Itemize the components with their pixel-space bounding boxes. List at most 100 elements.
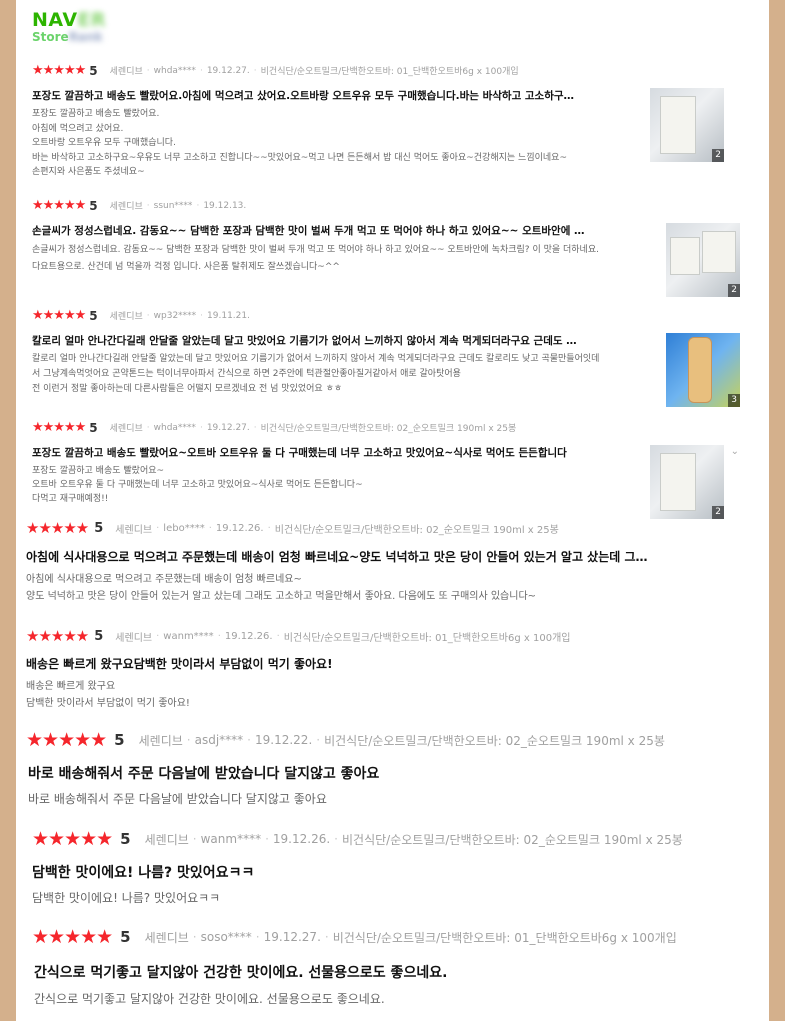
review-meta: ★★★★★ 5 세렌디브 · soso**** · 19.12.27. · 비건식단/… bbox=[32, 926, 677, 948]
review-title[interactable]: 간식으로 먹기좋고 달지않아 건강한 맛이에요. 선물용으로도 좋으네요. bbox=[34, 962, 754, 982]
photo-count-badge: 2 bbox=[728, 284, 740, 297]
reviewer-type: 세렌디브 bbox=[109, 424, 143, 434]
chevron-down-icon[interactable]: ⌄ bbox=[731, 446, 739, 457]
review-body: 포장도 깔끔하고 배송도 빨랐어요~ 오트바 오트우유 둘 다 구매했는데 너무… bbox=[32, 464, 642, 506]
review-meta: ★★★★★ 5 세렌디브 · wp32**** · 19.11.21. bbox=[32, 308, 250, 323]
star-rating: ★★★★★ bbox=[26, 519, 89, 537]
review-title[interactable]: 포장도 깔끔하고 배송도 빨랐어요.아침에 먹으려고 샀어요.오트바랑 오트우유… bbox=[32, 88, 640, 103]
naver-store-logo: NAVER StoreRank bbox=[32, 10, 106, 44]
reviewer-id: wp32**** bbox=[153, 310, 197, 321]
review-date: 19.12.26. bbox=[272, 832, 331, 846]
rating-score: 5 bbox=[94, 628, 104, 644]
star-rating: ★★★★★ bbox=[32, 828, 113, 850]
review-line: 간식으로 먹기좋고 달지않아 건강한 맛이에요. 선물용으로도 좋으네요. bbox=[34, 992, 385, 1006]
reviewer-id: wanm**** bbox=[200, 832, 262, 846]
review-date: 19.12.27. bbox=[206, 422, 250, 433]
review-line: 포장도 깔끔하고 배송도 빨랐어요~ bbox=[32, 466, 165, 476]
logo-text-blurred: ER bbox=[77, 9, 107, 31]
rating-score: 5 bbox=[114, 731, 125, 749]
review-body: 배송은 빠르게 왔구요 담백한 맛이라서 부담없이 먹기 좋아요! bbox=[26, 678, 746, 712]
review-date: 19.12.27. bbox=[206, 65, 250, 76]
review-title[interactable]: 배송은 빠르게 왔구요담백한 맛이라서 부담없이 먹기 좋아요! bbox=[26, 655, 746, 672]
star-rating: ★★★★★ bbox=[32, 420, 86, 435]
review-meta: ★★★★★ 5 세렌디브 · wanm**** · 19.12.26. · 비건식단/… bbox=[32, 828, 683, 850]
purchase-option: 비건식단/순오트밀크/단백한오트바: 02_순오트밀크 190ml x 25봉 bbox=[324, 733, 665, 748]
review-title[interactable]: 칼로리 얼마 안나간다길래 안달줄 알았는데 달고 맛있어요 기름기가 없어서 … bbox=[32, 333, 660, 348]
review-date: 19.12.13. bbox=[203, 200, 247, 211]
photo-count-badge: 3 bbox=[728, 394, 740, 407]
review-photo-thumbnail[interactable]: 2 bbox=[650, 88, 724, 162]
review-meta: ★★★★★ 5 세렌디브 · wanm**** · 19.12.26. · 비건식단/… bbox=[26, 627, 571, 645]
review-line: 배송은 빠르게 왔구요 bbox=[26, 681, 116, 692]
review-title[interactable]: 담백한 맛이에요! 나름? 맛있어요ㅋㅋ bbox=[32, 862, 752, 882]
star-rating: ★★★★★ bbox=[32, 198, 86, 213]
review-line: 담백한 맛이라서 부담없이 먹기 좋아요! bbox=[26, 698, 190, 709]
review-body: 손글씨가 정성스럽네요. 감동요~~ 담백한 포장과 담백한 맛이 벌써 두개 … bbox=[32, 242, 662, 276]
review-body: 담백한 맛이에요! 나름? 맛있어요ㅋㅋ bbox=[32, 889, 752, 907]
reviewer-type: 세렌디브 bbox=[115, 524, 153, 536]
review-title[interactable]: 포장도 깔끔하고 배송도 빨랐어요~오트바 오트우유 둘 다 구매했는데 너무 … bbox=[32, 445, 642, 460]
oat-bar-image bbox=[688, 337, 712, 403]
reviewer-type: 세렌디브 bbox=[138, 733, 183, 748]
review-body: 바로 배송해줘서 주문 다음날에 받았습니다 달지않고 좋아요 bbox=[28, 790, 748, 808]
review-line: 손글씨가 정성스럽네요. 감동요~~ 담백한 포장과 담백한 맛이 벌써 두개 … bbox=[32, 245, 599, 255]
review-line: 아침에 먹으려고 샀어요. bbox=[32, 123, 124, 134]
review-line: 양도 넉넉하고 맛은 당이 안들어 있는거 알고 샀는데 그래도 고소하고 먹을… bbox=[26, 591, 537, 602]
review-meta: ★★★★★ 5 세렌디브 · lebo**** · 19.12.26. · 비건식단/… bbox=[26, 519, 559, 537]
review-meta: ★★★★★ 5 세렌디브 · whda**** · 19.12.27. · 비건식단/… bbox=[32, 420, 517, 435]
review-line: 아침에 식사대용으로 먹으려고 주문했는데 배송이 엄청 빠르네요~ bbox=[26, 574, 302, 585]
rating-score: 5 bbox=[94, 520, 104, 536]
purchase-option: 비건식단/순오트밀크/단백한오트바: 01_단백한오트바6g x 100개입 bbox=[283, 632, 571, 644]
reviewer-id: lebo**** bbox=[163, 522, 205, 534]
review-meta: ★★★★★ 5 세렌디브 · whda**** · 19.12.27. · 비건식단/… bbox=[32, 63, 519, 78]
reviewer-id: ssun**** bbox=[153, 200, 193, 211]
review-line: 서 그냥계속먹엇어요 곤약톤드는 턱이너무아파서 간식으로 하면 2주안에 턱관… bbox=[32, 369, 461, 379]
purchase-option: 비건식단/순오트밀크/단백한오트바: 02_순오트밀크 190ml x 25봉 bbox=[260, 424, 517, 434]
logo-subtext: Store bbox=[32, 30, 69, 44]
product-box-image bbox=[670, 237, 700, 275]
review-date: 19.12.26. bbox=[215, 522, 264, 534]
review-body: 칼로리 얼마 안나간다길래 안달줄 알았는데 달고 맛있어요 기름기가 없어서 … bbox=[32, 352, 662, 397]
reviewer-id: soso**** bbox=[200, 930, 252, 944]
star-rating: ★★★★★ bbox=[26, 627, 89, 645]
reviewer-type: 세렌디브 bbox=[109, 67, 143, 77]
review-photo-thumbnail[interactable]: 2 bbox=[666, 223, 740, 297]
photo-count-badge: 2 bbox=[712, 149, 724, 162]
review-title[interactable]: 손글씨가 정성스럽네요. 감동요~~ 담백한 포장과 담백한 맛이 벌써 두개 … bbox=[32, 223, 660, 238]
review-date: 19.12.27. bbox=[263, 930, 321, 944]
logo-text: NAV bbox=[32, 9, 78, 31]
review-line: 바로 배송해줘서 주문 다음날에 받았습니다 달지않고 좋아요 bbox=[28, 792, 327, 806]
purchase-option: 비건식단/순오트밀크/단백한오트바: 02_순오트밀크 190ml x 25봉 bbox=[342, 832, 683, 847]
reviewer-type: 세렌디브 bbox=[115, 632, 153, 644]
star-rating: ★★★★★ bbox=[32, 308, 86, 323]
reviewer-id: wanm**** bbox=[163, 630, 214, 642]
review-date: 19.12.26. bbox=[224, 630, 273, 642]
star-rating: ★★★★★ bbox=[32, 63, 86, 78]
reviewer-type: 세렌디브 bbox=[109, 312, 143, 322]
product-box-image bbox=[660, 453, 696, 511]
review-line: 칼로리 얼마 안나간다길래 안달줄 알았는데 달고 맛있어요 기름기가 없어서 … bbox=[32, 354, 600, 364]
reviewer-id: whda**** bbox=[153, 422, 196, 433]
purchase-option: 비건식단/순오트밀크/단백한오트바: 02_순오트밀크 190ml x 25봉 bbox=[274, 524, 559, 536]
review-line: 담백한 맛이에요! 나름? 맛있어요ㅋㅋ bbox=[32, 891, 221, 905]
review-line: 다먹고 재구매예정!! bbox=[32, 494, 109, 504]
purchase-option: 비건식단/순오트밀크/단백한오트바: 01_단백한오트바6g x 100개입 bbox=[260, 67, 519, 77]
product-box-image bbox=[660, 96, 696, 154]
review-line: 바는 바삭하고 고소하구요~우유도 너무 고소하고 진합니다~~맛있어요~먹고 … bbox=[32, 152, 567, 163]
review-title[interactable]: 아침에 식사대용으로 먹으려고 주문했는데 배송이 엄청 빠르네요~양도 넉넉하… bbox=[26, 548, 746, 565]
logo-subtext-blurred: Rank bbox=[68, 30, 103, 44]
purchase-option: 비건식단/순오트밀크/단백한오트바: 01_단백한오트바6g x 100개입 bbox=[332, 930, 677, 945]
rating-score: 5 bbox=[89, 63, 98, 78]
product-box-image bbox=[702, 231, 736, 273]
review-photo-thumbnail[interactable]: 2 bbox=[650, 445, 724, 519]
review-panel: NAVER StoreRank ★★★★★ 5 세렌디브 · whda**** · … bbox=[16, 0, 769, 1021]
review-line: 포장도 깔끔하고 배송도 빨랐어요. bbox=[32, 109, 160, 119]
review-title[interactable]: 바로 배송해줘서 주문 다음날에 받았습니다 달지않고 좋아요 bbox=[28, 763, 748, 783]
star-rating: ★★★★★ bbox=[26, 729, 107, 751]
review-photo-thumbnail[interactable]: 3 bbox=[666, 333, 740, 407]
rating-score: 5 bbox=[120, 830, 131, 848]
reviewer-type: 세렌디브 bbox=[144, 930, 189, 945]
review-line: 전 이런거 정말 좋아하는데 다른사람들은 어떨지 모르겠네요 전 넘 맛있었어… bbox=[32, 384, 343, 394]
rating-score: 5 bbox=[120, 928, 131, 946]
rating-score: 5 bbox=[89, 308, 98, 323]
